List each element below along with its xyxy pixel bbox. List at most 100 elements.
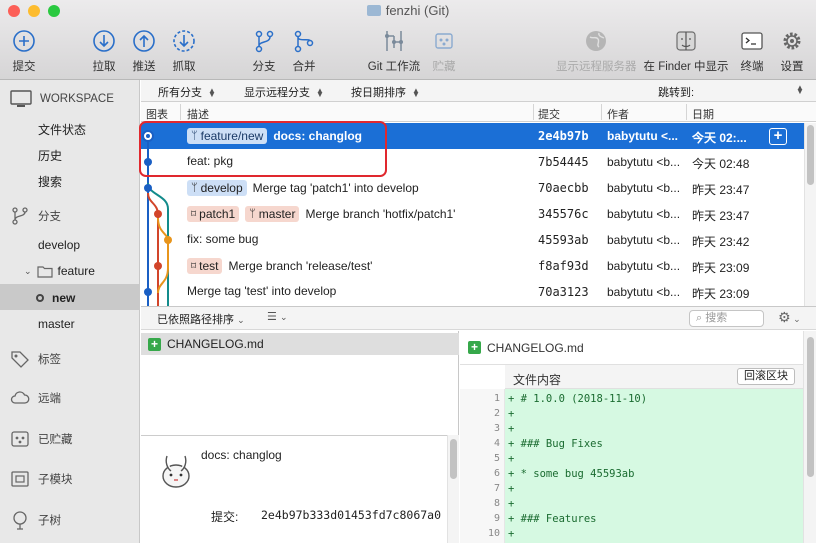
- globe-icon: [586, 31, 606, 51]
- commit-hash: f8af93d: [538, 259, 589, 273]
- sidebar-remotes-header[interactable]: 远端: [10, 390, 61, 406]
- line-number-gutter: 1 2 3 4 5 6 7 8 9 10: [460, 389, 505, 543]
- add-button[interactable]: +: [769, 128, 787, 145]
- sidebar-item-develop[interactable]: develop: [38, 238, 80, 252]
- commit-description: ⌑ test Merge branch 'release/test': [187, 258, 372, 274]
- window-title-text: fenzhi (Git): [385, 3, 450, 18]
- sort-dropdown[interactable]: 按日期排序 ▲ ▼: [351, 84, 420, 100]
- commit-button[interactable]: 提交: [0, 28, 54, 74]
- show-in-finder-button[interactable]: 在 Finder 中显示: [640, 28, 732, 74]
- sidebar-item-master[interactable]: master: [38, 317, 75, 331]
- commit-details-scrollbar[interactable]: [447, 435, 459, 543]
- commit-hash: 2e4b97b: [538, 129, 589, 143]
- file-added-icon: +: [468, 341, 481, 354]
- stash-icon: [435, 33, 453, 49]
- monitor-icon: [10, 90, 32, 107]
- column-author[interactable]: 作者: [607, 106, 629, 122]
- remote-branch-dropdown[interactable]: 显示远程分支 ▲ ▼: [244, 84, 324, 100]
- toolbar: fenzhi (Git) 提交 拉取 推送 抓取 分支 合并 Git 工作流 贮…: [0, 0, 816, 80]
- search-input[interactable]: ⌕ 搜索: [689, 310, 764, 327]
- file-added-icon: +: [148, 337, 161, 351]
- diff-line: +: [508, 483, 515, 495]
- subtrees-label: 子树: [38, 515, 61, 527]
- file-row[interactable]: + CHANGELOG.md: [141, 333, 459, 355]
- merge-button[interactable]: 合并: [274, 28, 334, 74]
- sidebar-item-search[interactable]: 搜索: [38, 173, 62, 190]
- commit-row[interactable]: ⌑ patch1 ᛘ master Merge branch 'hotfix/pat…: [141, 201, 804, 227]
- sidebar-stashes-header[interactable]: 已贮藏: [10, 430, 73, 448]
- avatar: [162, 455, 190, 488]
- sidebar-subtrees-header[interactable]: 子树: [10, 510, 61, 530]
- column-description[interactable]: 描述: [187, 106, 209, 122]
- commit-list-scrollbar[interactable]: [804, 123, 816, 306]
- tag-label: ⌑ test: [187, 258, 223, 274]
- file-sort-dropdown[interactable]: 已依照路径排序 ⌄: [157, 311, 245, 327]
- tags-label: 标签: [38, 354, 61, 366]
- sidebar-item-history[interactable]: 历史: [38, 147, 62, 164]
- rollback-hunk-button[interactable]: 回滚区块: [737, 368, 795, 385]
- commit-author: babytutu <b...: [607, 259, 681, 273]
- column-date[interactable]: 日期: [692, 106, 714, 122]
- branch-icon: [12, 207, 28, 225]
- sidebar: WORKSPACE 文件状态 历史 搜索 分支 develop ⌄ featur…: [0, 80, 140, 543]
- scrollbar-thumb[interactable]: [450, 439, 457, 479]
- line-number: 4: [493, 438, 500, 449]
- graph-node: [154, 262, 162, 270]
- sidebar-branches-header[interactable]: 分支: [10, 206, 61, 226]
- commit-row[interactable]: fix: some bug 45593ab babytutu <b... 昨天 …: [141, 227, 804, 253]
- hunk-header: 文件内容 回滚区块: [505, 365, 803, 389]
- search-placeholder: 搜索: [705, 312, 728, 324]
- branch-filter-dropdown[interactable]: 所有分支 ▲ ▼: [158, 84, 216, 100]
- updown-arrows-icon: ▲ ▼: [208, 86, 216, 100]
- commit-date: 昨天 23:47: [692, 183, 750, 197]
- commit-message: Merge branch 'hotfix/patch1': [305, 207, 456, 221]
- commit-row[interactable]: ᛘ develop Merge tag 'patch1' into develop…: [141, 175, 804, 201]
- diff-line: +: [508, 528, 515, 540]
- gear-icon[interactable]: ⚙ ⌄: [778, 309, 801, 326]
- graph-line: [157, 217, 169, 294]
- commit-message: Merge tag 'test' into develop: [187, 284, 337, 298]
- jump-to-dropdown[interactable]: ▲ ▼: [796, 84, 804, 96]
- scrollbar-thumb[interactable]: [807, 337, 814, 477]
- stash-button[interactable]: 贮藏: [414, 28, 474, 74]
- sidebar-submodules-header[interactable]: 子模块: [10, 470, 73, 488]
- commit-date: 今天 02:48: [692, 157, 750, 171]
- column-commit[interactable]: 提交: [538, 106, 560, 122]
- fetch-button[interactable]: 抓取: [154, 28, 214, 74]
- commit-hash: 45593ab: [538, 233, 589, 247]
- view-mode-dropdown[interactable]: ☰ ⌄: [267, 310, 287, 323]
- show-remote-label: 显示远程服务器: [556, 61, 637, 73]
- commit-row[interactable]: ⌑ test Merge branch 'release/test' f8af93…: [141, 253, 804, 279]
- graph-node: [144, 184, 152, 192]
- sourcetree-window: fenzhi (Git) 提交 拉取 推送 抓取 分支 合并 Git 工作流 贮…: [0, 0, 816, 543]
- diff-line: + ### Features: [508, 513, 597, 525]
- commit-hash-full[interactable]: 2e4b97b333d01453fd7c8067a0: [261, 508, 441, 522]
- show-remote-button[interactable]: 显示远程服务器: [556, 28, 637, 74]
- finder-icon: [676, 31, 696, 51]
- commit-row[interactable]: Merge tag 'test' into develop 70a3123 ba…: [141, 279, 804, 305]
- commit-date: 昨天 23:42: [692, 235, 750, 249]
- commit-hash: 70a3123: [538, 285, 589, 299]
- diff-panel: + CHANGELOG.md 文件内容 回滚区块 1 2 3 4 5 6 7 8…: [460, 331, 816, 543]
- commit-row[interactable]: feat: pkg 7b54445 babytutu <b... 今天 02:4…: [141, 149, 804, 175]
- stash-label: 贮藏: [432, 61, 456, 73]
- branch-name: master: [258, 207, 296, 221]
- diff-scrollbar[interactable]: [803, 331, 816, 543]
- branch-name: feature/new: [200, 129, 264, 143]
- diff-lines[interactable]: + # 1.0.0 (2018-11-10) + + + ### Bug Fix…: [505, 389, 803, 543]
- tag-label: ⌑ patch1: [187, 206, 240, 222]
- filter-bar: 所有分支 ▲ ▼ 显示远程分支 ▲ ▼ 按日期排序 ▲ ▼ 跳转到: ▲ ▼: [141, 80, 816, 102]
- column-graph[interactable]: 图表: [146, 106, 168, 122]
- sidebar-workspace-header[interactable]: WORKSPACE: [10, 90, 114, 108]
- sidebar-item-feature[interactable]: ⌄ feature: [24, 264, 95, 278]
- sort-label: 按日期排序: [351, 87, 406, 99]
- sidebar-item-file-status[interactable]: 文件状态: [38, 121, 86, 138]
- settings-button[interactable]: 设置: [762, 28, 816, 74]
- commit-row[interactable]: ᛘ feature/new docs: changlog 2e4b97b baby…: [141, 123, 804, 149]
- branch-name: develop: [200, 181, 243, 195]
- commit-description: ᛘ develop Merge tag 'patch1' into develop: [187, 180, 419, 196]
- sidebar-tags-header[interactable]: 标签: [10, 350, 61, 368]
- remotes-label: 远端: [38, 393, 61, 405]
- scrollbar-thumb[interactable]: [807, 125, 814, 185]
- commit-list-header: 图表 描述 提交 作者 日期: [141, 102, 816, 122]
